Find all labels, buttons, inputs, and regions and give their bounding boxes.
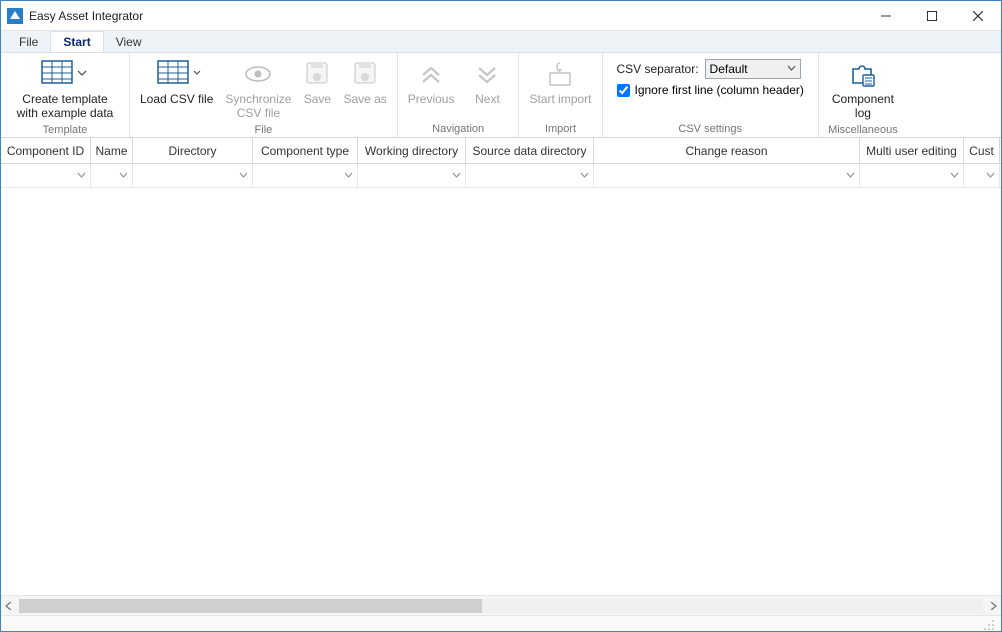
column-header[interactable]: Name (91, 138, 133, 163)
chevron-down-icon (119, 171, 128, 180)
chevrons-down-icon (474, 57, 500, 91)
csv-separator-value: Default (710, 62, 748, 76)
save-as-icon (352, 57, 378, 91)
column-header[interactable]: Change reason (594, 138, 860, 163)
chevron-down-icon (846, 171, 855, 180)
synchronize-csv-label: Synchronize CSV file (225, 93, 291, 121)
ribbon-group-miscellaneous: Component log Miscellaneous (819, 53, 907, 137)
menu-file[interactable]: File (7, 31, 50, 52)
table-icon (152, 57, 202, 91)
synchronize-csv-button[interactable]: Synchronize CSV file (219, 55, 297, 123)
group-label-misc: Miscellaneous (823, 123, 903, 138)
chevron-down-icon (452, 171, 461, 180)
column-header[interactable]: Directory (133, 138, 253, 163)
chevron-down-icon (787, 62, 796, 76)
save-as-label: Save as (343, 93, 386, 107)
next-label: Next (475, 93, 500, 107)
ribbon-group-navigation: Previous Next Navigation (398, 53, 520, 137)
import-icon (546, 57, 574, 91)
chevron-down-icon (77, 171, 86, 180)
save-label: Save (304, 93, 331, 107)
component-log-label: Component log (832, 93, 894, 121)
group-label-file: File (134, 123, 393, 138)
close-button[interactable] (955, 1, 1001, 31)
column-header[interactable]: Component ID (1, 138, 91, 163)
chevron-down-icon (344, 171, 353, 180)
eye-icon (242, 57, 274, 91)
column-filter[interactable] (253, 164, 358, 187)
minimize-button[interactable] (863, 1, 909, 31)
save-button[interactable]: Save (297, 55, 337, 109)
maximize-button[interactable] (909, 1, 955, 31)
group-label-import: Import (523, 122, 597, 137)
data-grid: Component IDNameDirectoryComponent typeW… (1, 138, 1001, 615)
scrollbar-thumb[interactable] (19, 599, 482, 613)
csv-separator-select[interactable]: Default (705, 59, 801, 79)
column-header[interactable]: Component type (253, 138, 358, 163)
csv-separator-label: CSV separator: (617, 62, 699, 76)
load-csv-button[interactable]: Load CSV file (134, 55, 219, 109)
group-label-csv: CSV settings (607, 122, 814, 137)
column-filter[interactable] (1, 164, 91, 187)
create-template-button[interactable]: Create template with example data (5, 55, 125, 123)
chevron-down-icon (986, 171, 995, 180)
component-log-button[interactable]: Component log (823, 55, 903, 123)
grid-header: Component IDNameDirectoryComponent typeW… (1, 138, 1001, 164)
column-filter[interactable] (594, 164, 860, 187)
column-filter[interactable] (964, 164, 1000, 187)
chevron-down-icon (950, 171, 959, 180)
ribbon-group-file: Load CSV file Synchronize CSV file Save (130, 53, 398, 137)
column-filter[interactable] (358, 164, 466, 187)
grid-filter-row (1, 164, 1001, 188)
save-as-button[interactable]: Save as (337, 55, 392, 109)
ignore-first-line-checkbox[interactable] (617, 84, 630, 97)
create-template-label: Create template with example data (17, 93, 114, 121)
menubar: File Start View (1, 31, 1001, 53)
table-icon (40, 57, 90, 91)
ribbon-group-template: Create template with example data Templa… (1, 53, 130, 137)
puzzle-icon (847, 57, 879, 91)
load-csv-label: Load CSV file (140, 93, 213, 107)
chevrons-up-icon (418, 57, 444, 91)
chevron-down-icon (580, 171, 589, 180)
scroll-right-icon[interactable] (985, 598, 1001, 614)
start-import-button[interactable]: Start import (523, 55, 597, 109)
column-header[interactable]: Cust (964, 138, 1000, 163)
ribbon: Create template with example data Templa… (1, 53, 1001, 138)
column-filter[interactable] (860, 164, 964, 187)
previous-label: Previous (408, 93, 455, 107)
chevron-down-icon (239, 171, 248, 180)
grid-body[interactable] (1, 188, 1001, 595)
column-header[interactable]: Source data directory (466, 138, 594, 163)
horizontal-scrollbar[interactable] (1, 595, 1001, 615)
scrollbar-track[interactable] (19, 599, 983, 613)
column-header[interactable]: Multi user editing (860, 138, 964, 163)
group-label-navigation: Navigation (402, 122, 515, 137)
resize-grip-icon[interactable] (981, 617, 995, 631)
menu-view[interactable]: View (104, 31, 154, 52)
column-filter[interactable] (91, 164, 133, 187)
column-filter[interactable] (466, 164, 594, 187)
ignore-first-line-label: Ignore first line (column header) (635, 83, 804, 97)
column-header[interactable]: Working directory (358, 138, 466, 163)
statusbar (1, 615, 1001, 631)
previous-button[interactable]: Previous (402, 55, 461, 109)
start-import-label: Start import (529, 93, 591, 107)
group-label-template: Template (5, 123, 125, 138)
column-filter[interactable] (133, 164, 253, 187)
ribbon-group-import: Start import Import (519, 53, 602, 137)
ribbon-group-csv-settings: CSV separator: Default Ignore first line… (603, 53, 819, 137)
window-title: Easy Asset Integrator (29, 9, 863, 23)
scroll-left-icon[interactable] (1, 598, 17, 614)
titlebar: Easy Asset Integrator (1, 1, 1001, 31)
next-button[interactable]: Next (460, 55, 514, 109)
menu-start[interactable]: Start (50, 31, 103, 52)
app-icon (7, 8, 23, 24)
save-icon (304, 57, 330, 91)
